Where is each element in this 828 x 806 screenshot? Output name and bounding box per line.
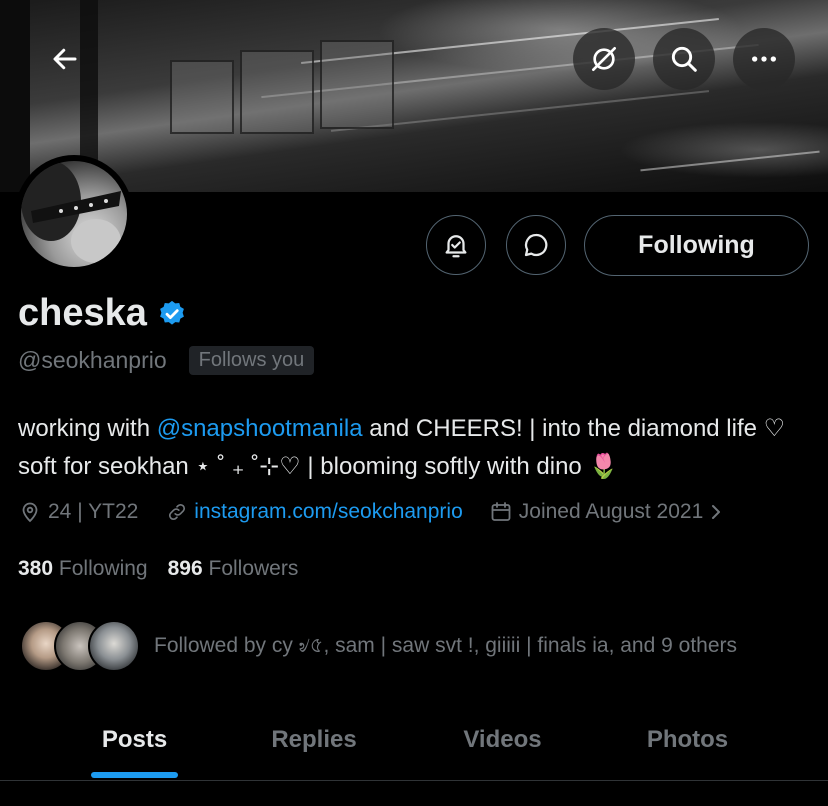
location-pin-icon <box>22 502 38 523</box>
more-button[interactable] <box>733 28 795 90</box>
followed-by-text: Followed by cy ৶৫, sam | saw svt !, giii… <box>154 633 738 657</box>
website-link[interactable]: instagram.com/seokchanprio <box>194 500 462 524</box>
tab-videos[interactable]: Videos <box>430 700 575 780</box>
unlink-button[interactable] <box>573 28 635 90</box>
search-icon <box>671 46 697 72</box>
avatar-image <box>21 161 127 267</box>
following-count-link[interactable]: 380 Following <box>18 557 148 581</box>
bio: working with @snapshootmanila and CHEERS… <box>18 410 818 486</box>
profile-tabs: Posts Replies Videos Photos <box>0 700 828 781</box>
tab-photos[interactable]: Photos <box>615 700 760 780</box>
following-label: Following <box>58 557 148 580</box>
follows-you-badge: Follows you <box>188 346 315 375</box>
joined-date[interactable]: Joined August 2021 <box>489 500 730 524</box>
calendar-icon <box>491 502 511 521</box>
bio-mention-link[interactable]: @snapshootmanila <box>157 415 363 442</box>
followers-label: Followers <box>208 557 299 580</box>
message-icon <box>524 233 548 257</box>
unlink-icon <box>592 47 616 71</box>
arrow-left-icon <box>53 48 77 70</box>
location-text: 24 | YT22 <box>48 500 139 523</box>
follower-avatar <box>88 620 140 672</box>
followers-count-link[interactable]: 896 Followers <box>168 557 299 581</box>
profile-banner[interactable] <box>0 0 828 192</box>
notification-button[interactable] <box>426 215 486 275</box>
bio-text: working with <box>18 415 157 442</box>
website[interactable]: instagram.com/seokchanprio <box>166 500 463 524</box>
verified-badge-icon[interactable] <box>157 299 187 329</box>
following-button[interactable]: Following <box>584 215 809 276</box>
handle: @seokhanprio <box>18 347 167 373</box>
followed-by[interactable]: Followed by cy ৶৫, sam | saw svt !, giii… <box>20 620 737 672</box>
link-icon <box>169 503 186 521</box>
chevron-right-icon <box>712 505 721 519</box>
bell-check-icon <box>445 235 467 258</box>
message-button[interactable] <box>506 215 566 275</box>
active-tab-indicator <box>91 772 178 778</box>
more-icon <box>752 56 776 62</box>
tab-replies[interactable]: Replies <box>240 700 388 780</box>
avatar[interactable] <box>15 155 133 273</box>
following-count: 380 <box>18 557 54 580</box>
display-name: cheska <box>18 292 147 334</box>
search-button[interactable] <box>653 28 715 90</box>
joined-text: Joined August 2021 <box>518 500 704 523</box>
back-button[interactable] <box>34 28 96 90</box>
followers-count: 896 <box>167 557 203 580</box>
tab-posts[interactable]: Posts <box>62 700 207 780</box>
location: 24 | YT22 <box>18 500 138 524</box>
